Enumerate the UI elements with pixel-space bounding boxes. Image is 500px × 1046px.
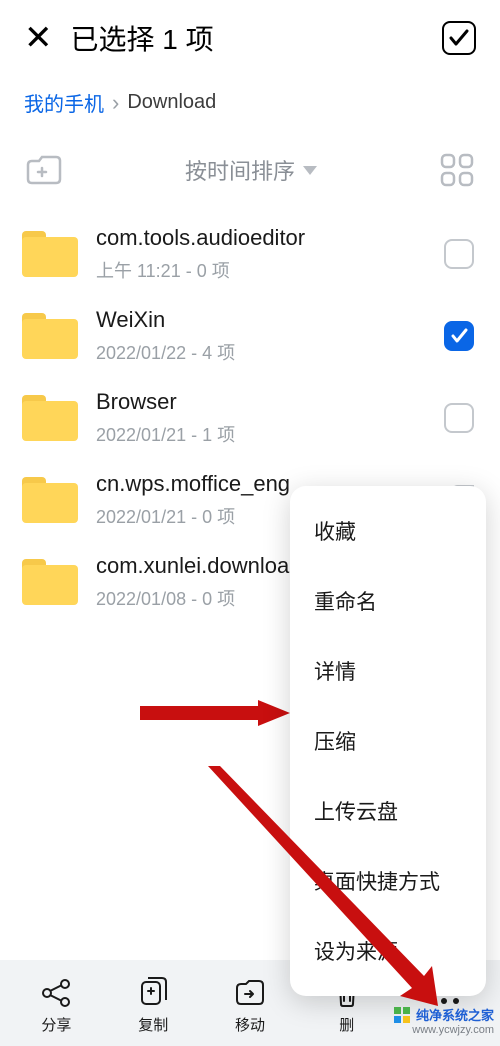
- item-checkbox[interactable]: [444, 239, 474, 269]
- folder-icon: [22, 231, 78, 277]
- folder-plus-icon: [24, 153, 64, 187]
- windows-icon: [394, 1007, 410, 1023]
- folder-name: com.tools.audioeditor: [96, 225, 426, 251]
- item-checkbox[interactable]: [444, 403, 474, 433]
- move-label: 移动: [235, 1014, 265, 1035]
- copy-icon: [136, 976, 170, 1010]
- context-menu-item[interactable]: 收藏: [290, 496, 486, 566]
- watermark: 纯净系统之家 www.ycwjzy.com: [394, 1005, 494, 1036]
- list-item[interactable]: com.tools.audioeditor 上午 11:21 - 0 项: [16, 213, 480, 295]
- list-item-text: WeiXin 2022/01/22 - 4 项: [96, 307, 426, 365]
- view-toggle-button[interactable]: [438, 151, 476, 189]
- annotation-arrow: [140, 700, 290, 726]
- share-button[interactable]: 分享: [8, 976, 105, 1035]
- folder-meta: 2022/01/22 - 4 项: [96, 339, 426, 365]
- list-item-text: com.tools.audioeditor 上午 11:21 - 0 项: [96, 225, 426, 283]
- breadcrumb-current: Download: [127, 91, 216, 114]
- sort-dropdown[interactable]: 按时间排序: [64, 154, 438, 186]
- selection-count: 已选择 1 项: [71, 18, 425, 58]
- chevron-right-icon: ›: [112, 90, 119, 116]
- annotation-arrow: [208, 766, 438, 1006]
- copy-button[interactable]: 复制: [105, 976, 202, 1035]
- item-checkbox[interactable]: [444, 321, 474, 351]
- list-toolbar: 按时间排序: [0, 135, 500, 213]
- select-all-button[interactable]: [442, 21, 476, 55]
- folder-icon: [22, 313, 78, 359]
- folder-icon: [22, 477, 78, 523]
- list-item[interactable]: WeiXin 2022/01/22 - 4 项: [16, 295, 480, 377]
- sort-label: 按时间排序: [185, 154, 295, 186]
- copy-label: 复制: [138, 1014, 168, 1035]
- folder-name: Browser: [96, 389, 426, 415]
- breadcrumb-root[interactable]: 我的手机: [24, 88, 104, 117]
- folder-name: WeiXin: [96, 307, 426, 333]
- folder-meta: 2022/01/21 - 1 项: [96, 421, 426, 447]
- folder-icon: [22, 395, 78, 441]
- context-menu-item[interactable]: 详情: [290, 636, 486, 706]
- list-item-text: Browser 2022/01/21 - 1 项: [96, 389, 426, 447]
- new-folder-button[interactable]: [24, 153, 64, 187]
- list-item[interactable]: Browser 2022/01/21 - 1 项: [16, 377, 480, 459]
- selection-header: ✕ 已选择 1 项: [0, 0, 500, 76]
- folder-icon: [22, 559, 78, 605]
- grid-icon: [438, 151, 476, 189]
- chevron-down-icon: [303, 166, 317, 175]
- share-label: 分享: [41, 1014, 71, 1035]
- close-icon[interactable]: ✕: [24, 21, 53, 55]
- breadcrumb: 我的手机 › Download: [0, 76, 500, 135]
- delete-label: 删: [339, 1014, 354, 1035]
- folder-meta: 上午 11:21 - 0 项: [96, 257, 426, 283]
- checkmark-icon: [447, 26, 471, 50]
- share-icon: [39, 976, 73, 1010]
- context-menu-item[interactable]: 重命名: [290, 566, 486, 636]
